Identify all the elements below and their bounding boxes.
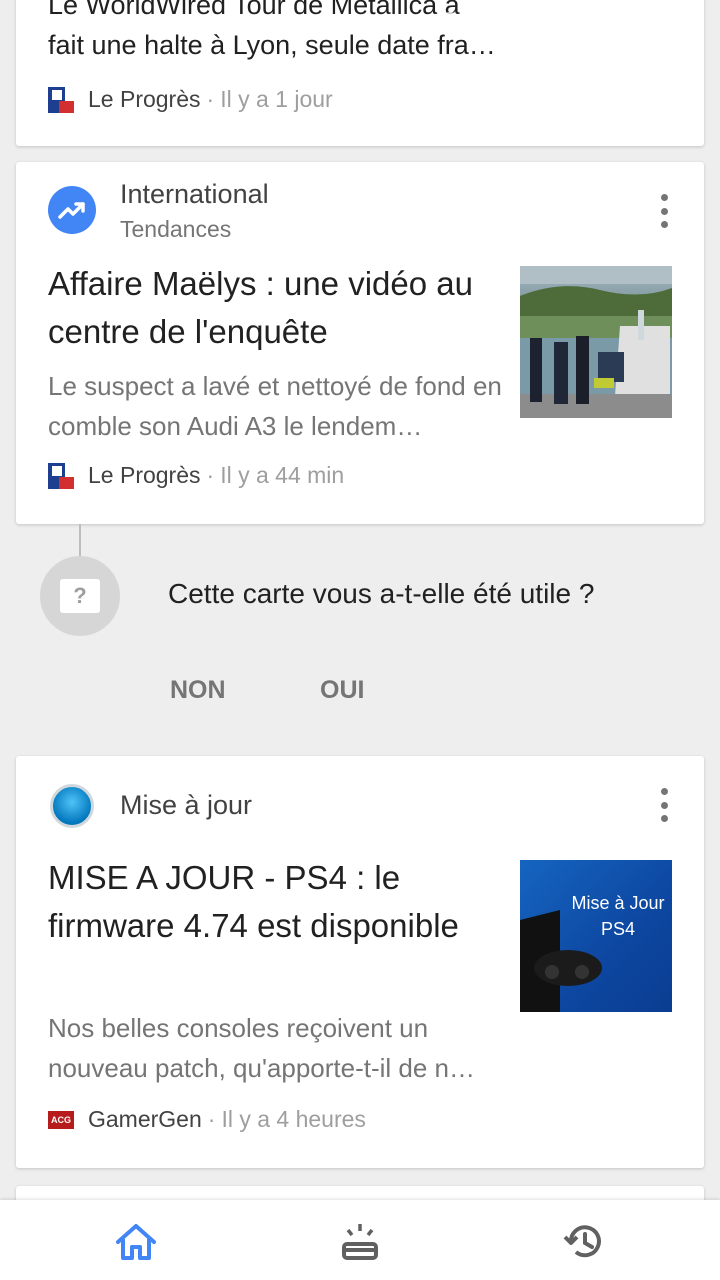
alarm-icon — [437, 12, 462, 36]
feedback-no-button[interactable]: NON — [170, 676, 226, 705]
nav-history-button[interactable] — [560, 1218, 608, 1266]
article-thumbnail[interactable]: Mise à Jour PS4 — [520, 860, 672, 1012]
article-thumbnail[interactable] — [520, 266, 672, 418]
thumbnail-text-line2: PS4 — [600, 919, 636, 939]
topic-title: Mise à jour — [120, 790, 253, 820]
source-name: GamerGen — [88, 1106, 202, 1132]
feedback-question: Cette carte vous a-t-elle été utile ? — [168, 578, 595, 609]
le-progres-logo-icon — [48, 462, 74, 489]
battery-icon — [605, 11, 620, 37]
nav-updates-button[interactable] — [336, 1218, 384, 1266]
source-row: ACG GamerGen · Il y a 4 heures — [48, 1106, 366, 1133]
image-notification-icon — [18, 10, 42, 36]
headline[interactable]: Affaire Maëlys : une vidéo au centre de … — [48, 260, 488, 356]
thumbnail-text-line1: Mise à Jour — [571, 893, 665, 913]
news-card-maelys[interactable]: International Tendances Affaire Maëlys :… — [16, 162, 704, 524]
bottom-navigation — [0, 1200, 720, 1280]
battery-percent: 97% — [539, 8, 596, 39]
wifi-icon — [471, 13, 498, 35]
update-source-icon — [50, 784, 94, 828]
source-row: Le Progrès · Il y a 44 min — [48, 462, 344, 489]
signal-icon — [507, 13, 530, 35]
news-card-ps4-update[interactable]: Mise à jour MISE A JOUR - PS4 : le firmw… — [16, 756, 704, 1168]
separator: · — [206, 462, 215, 488]
trending-icon — [48, 186, 96, 234]
source-row: Le Progrès · Il y a 1 jour — [48, 86, 333, 113]
status-bar: 97% 16:45 — [0, 0, 720, 48]
clock: 16:45 — [629, 8, 700, 39]
headline[interactable]: MISE A JOUR - PS4 : le firmware 4.74 est… — [48, 854, 488, 950]
feedback-yes-button[interactable]: OUI — [320, 676, 364, 705]
le-progres-logo-icon — [48, 86, 74, 113]
gamergen-logo-icon: ACG — [48, 1110, 74, 1129]
snippet: Nos belles consoles reçoivent un nouveau… — [48, 1013, 476, 1083]
more-options-button[interactable] — [658, 194, 670, 228]
home-icon — [116, 1224, 156, 1260]
publish-time: Il y a 44 min — [220, 462, 345, 488]
topic-subtitle: Tendances — [120, 216, 232, 242]
updates-icon — [342, 1224, 378, 1260]
topic-title: International — [120, 179, 269, 209]
feedback-connector-line — [79, 524, 81, 560]
source-name: Le Progrès — [88, 462, 201, 488]
history-icon — [563, 1225, 601, 1258]
snippet: Le suspect a lavé et nettoyé de fond en … — [48, 371, 502, 441]
nav-home-button[interactable] — [112, 1218, 160, 1266]
publish-time: Il y a 4 heures — [221, 1106, 366, 1132]
question-mark: ? — [60, 579, 100, 613]
separator: · — [207, 1106, 216, 1132]
more-options-button[interactable] — [658, 788, 670, 822]
publish-time: Il y a 1 jour — [220, 86, 333, 112]
feedback-question-icon: ? — [40, 556, 120, 636]
separator: · — [206, 86, 215, 112]
source-name: Le Progrès — [88, 86, 201, 112]
